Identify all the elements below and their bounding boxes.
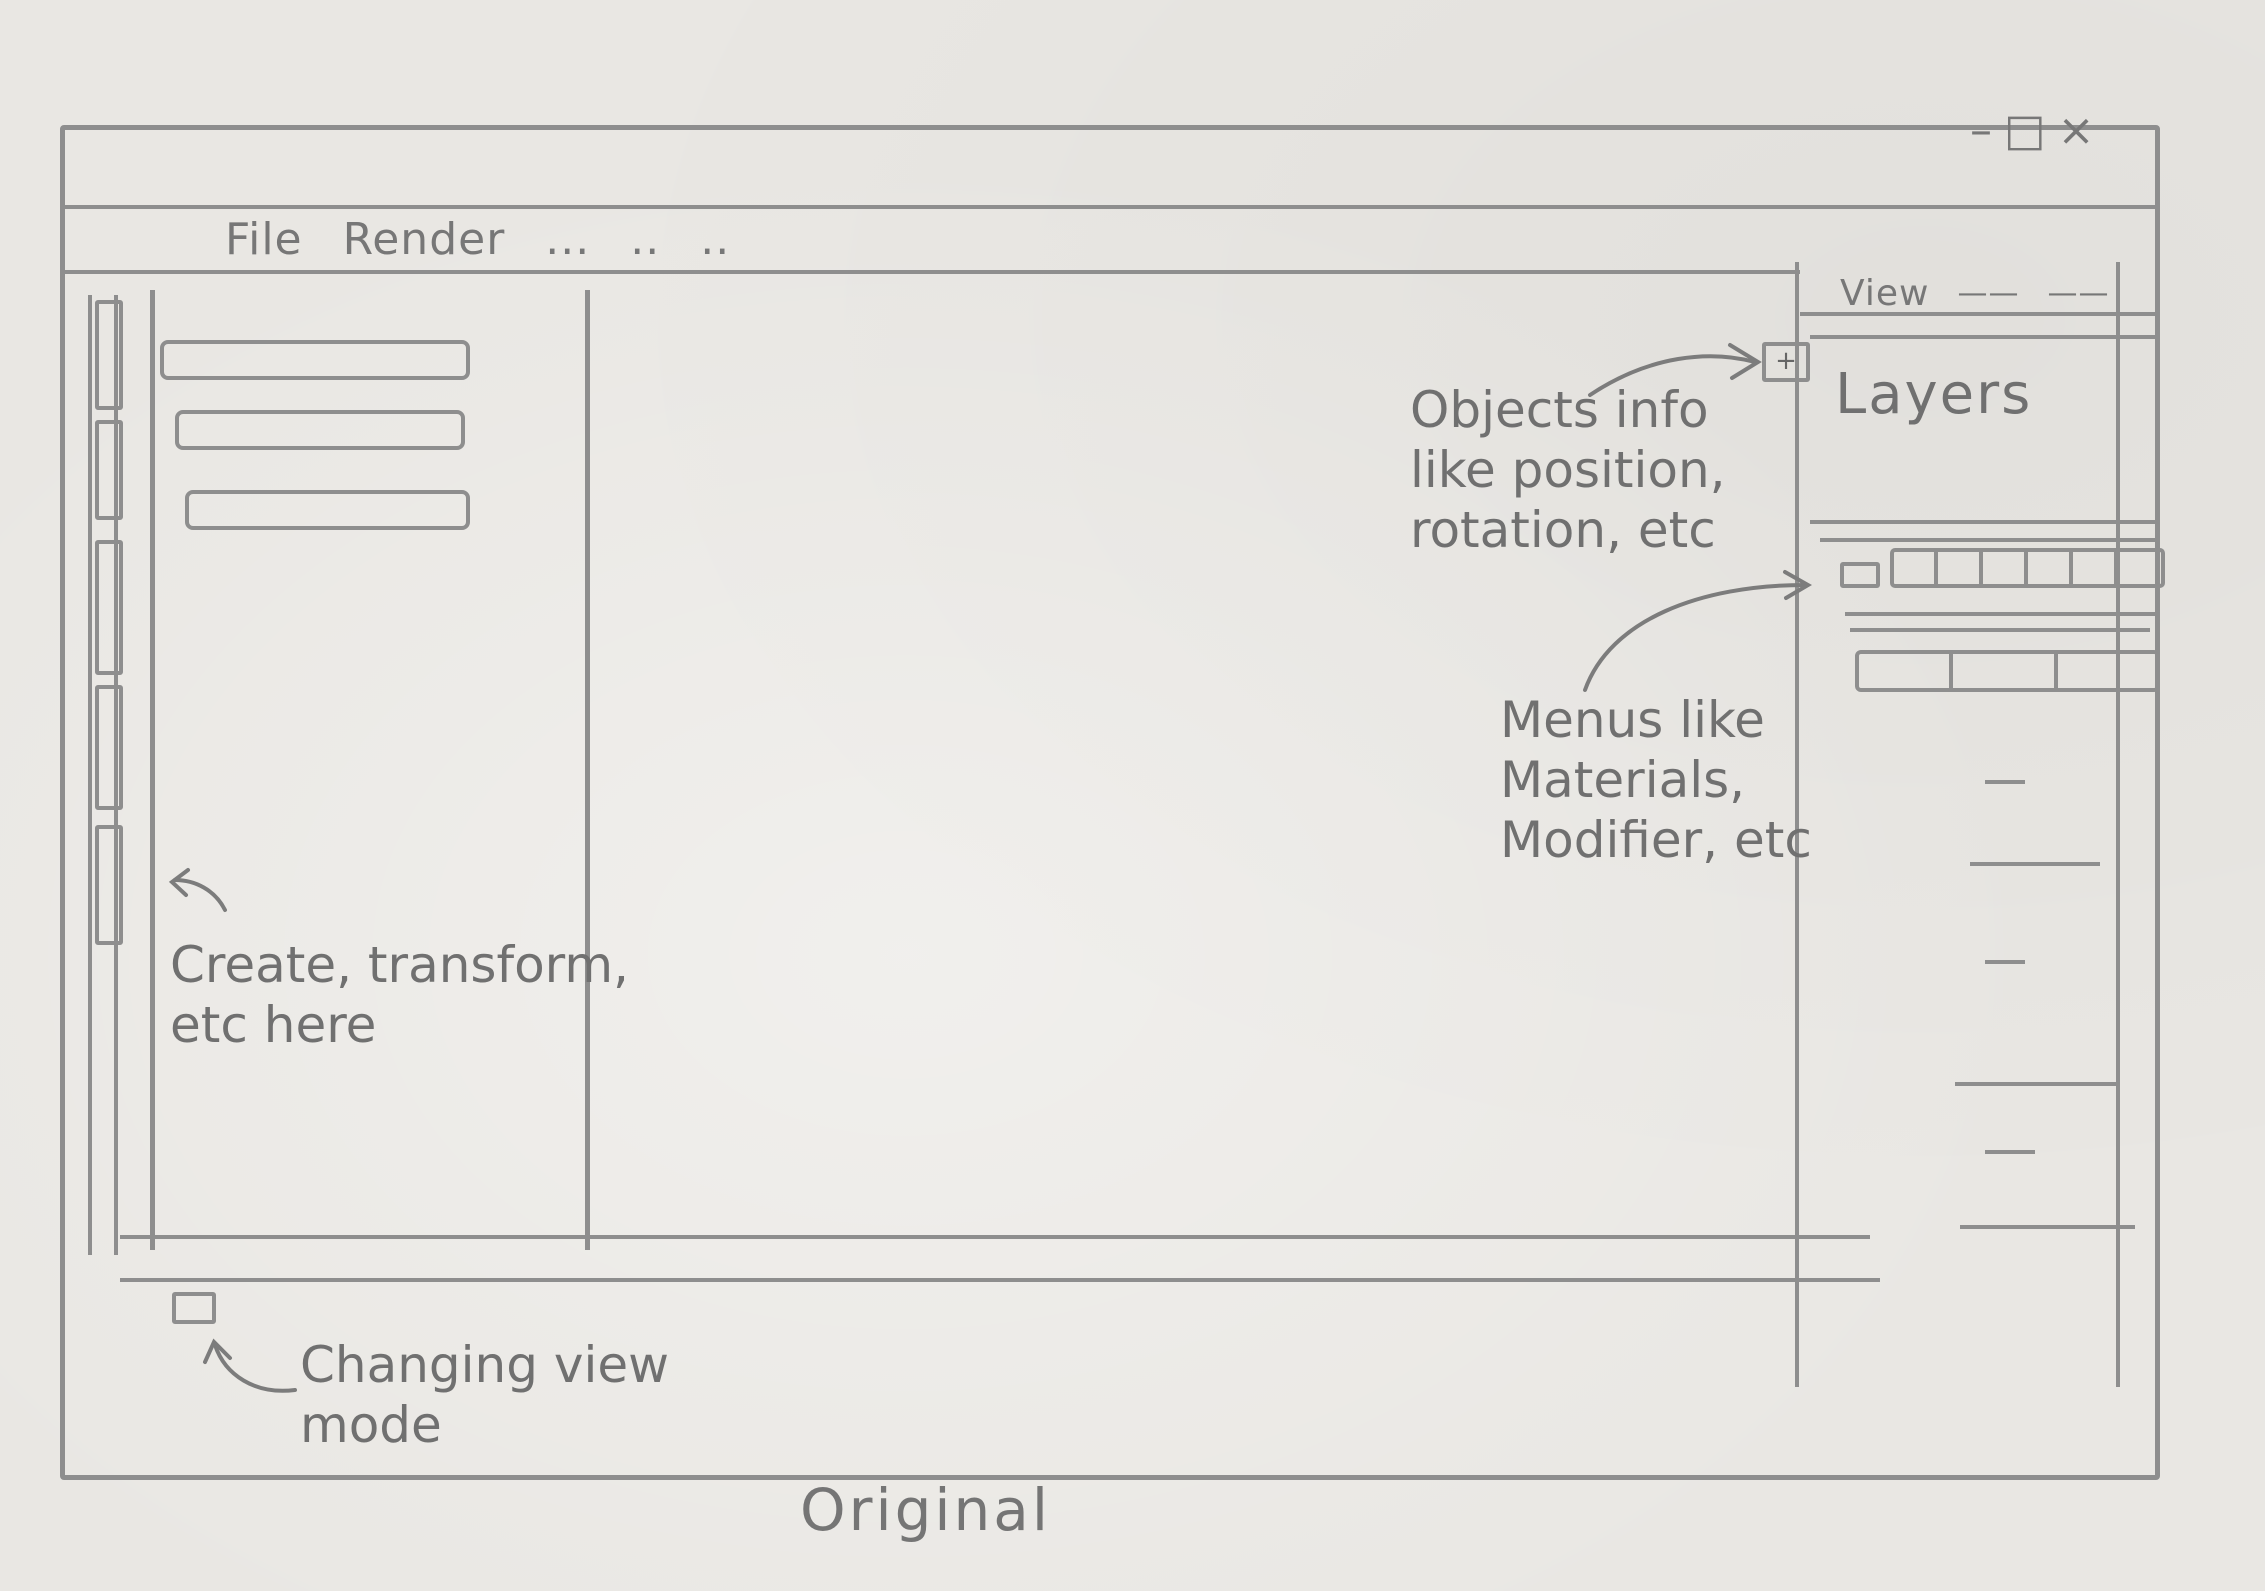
arrow-to-add-button bbox=[1588, 354, 1757, 397]
arrow-to-view-mode bbox=[213, 1343, 297, 1393]
arrowhead bbox=[1728, 343, 1762, 380]
arrow-to-toolbar bbox=[173, 878, 227, 912]
arrow-to-tab-strip bbox=[1583, 583, 1807, 692]
annotation-arrows bbox=[168, 343, 1812, 1393]
